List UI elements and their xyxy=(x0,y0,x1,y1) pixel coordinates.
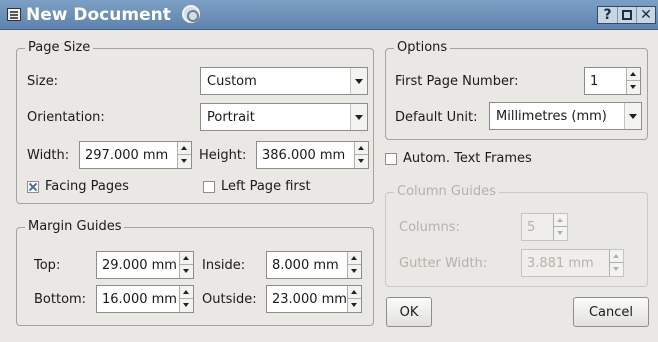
spin-down-icon[interactable] xyxy=(180,265,193,278)
default-unit-label: Default Unit: xyxy=(395,110,478,125)
spin-up-icon[interactable] xyxy=(348,286,361,299)
gutter-width-value[interactable]: 3.881 mm xyxy=(527,256,594,271)
first-page-number-value[interactable]: 1 xyxy=(590,74,598,89)
gutter-width-label: Gutter Width: xyxy=(399,256,488,271)
spin-up-icon[interactable] xyxy=(180,252,193,265)
chevron-down-icon[interactable] xyxy=(624,103,641,129)
facing-pages-label: Facing Pages xyxy=(45,179,129,194)
autom-text-frames-label: Autom. Text Frames xyxy=(403,151,532,166)
spin-down-icon[interactable] xyxy=(355,155,368,168)
width-label: Width: xyxy=(27,148,70,163)
help-button[interactable]: ? xyxy=(598,7,617,23)
orientation-label: Orientation: xyxy=(27,110,105,125)
facing-pages-checkbox[interactable]: Facing Pages xyxy=(27,179,177,195)
spin-down-icon[interactable] xyxy=(178,155,191,168)
checkbox-checked-icon[interactable] xyxy=(27,181,39,193)
first-page-number-spinbox[interactable]: 1 xyxy=(584,67,641,95)
spin-up-icon[interactable] xyxy=(627,68,640,81)
spin-up-icon[interactable] xyxy=(355,142,368,155)
ok-button[interactable]: OK xyxy=(386,297,432,327)
spin-up-icon[interactable] xyxy=(610,250,623,263)
app-badge-icon xyxy=(182,5,200,23)
spin-up-icon[interactable] xyxy=(554,214,567,227)
left-page-first-checkbox[interactable]: Left Page first xyxy=(203,179,353,195)
first-page-number-label: First Page Number: xyxy=(395,74,519,89)
bottom-margin-value[interactable]: 16.000 mm xyxy=(102,292,177,307)
page-size-legend: Page Size xyxy=(25,40,94,55)
orientation-dropdown[interactable]: Portrait xyxy=(200,103,368,131)
autom-text-frames-checkbox[interactable]: Autom. Text Frames xyxy=(385,151,585,167)
size-dropdown[interactable]: Custom xyxy=(200,67,368,95)
inside-margin-spinbox[interactable]: 8.000 mm xyxy=(266,251,362,279)
default-unit-dropdown[interactable]: Millimetres (mm) xyxy=(489,102,642,130)
document-icon xyxy=(7,8,21,21)
default-unit-value: Millimetres (mm) xyxy=(496,109,607,124)
width-value[interactable]: 297.000 mm xyxy=(85,148,168,163)
maximize-button[interactable] xyxy=(617,7,636,23)
inside-margin-value[interactable]: 8.000 mm xyxy=(272,258,339,273)
bottom-margin-spinbox[interactable]: 16.000 mm xyxy=(96,285,194,313)
spin-up-icon[interactable] xyxy=(348,252,361,265)
height-value[interactable]: 386.000 mm xyxy=(262,148,345,163)
size-label: Size: xyxy=(27,74,59,89)
top-margin-spinbox[interactable]: 29.000 mm xyxy=(96,251,194,279)
top-label: Top: xyxy=(34,258,61,273)
cancel-button[interactable]: Cancel xyxy=(573,297,649,327)
checkbox-unchecked-icon[interactable] xyxy=(385,153,397,165)
height-spinbox[interactable]: 386.000 mm xyxy=(256,141,369,169)
orientation-value: Portrait xyxy=(207,110,255,125)
width-spinbox[interactable]: 297.000 mm xyxy=(79,141,192,169)
size-value: Custom xyxy=(207,74,257,89)
window-controls: ? ✕ xyxy=(597,6,656,24)
close-button[interactable]: ✕ xyxy=(636,7,655,23)
columns-label: Columns: xyxy=(399,220,460,235)
margin-guides-legend: Margin Guides xyxy=(25,219,125,234)
height-label: Height: xyxy=(199,148,247,163)
top-margin-value[interactable]: 29.000 mm xyxy=(102,258,177,273)
columns-value[interactable]: 5 xyxy=(527,220,535,235)
title-bar[interactable]: New Document ? ✕ xyxy=(0,0,658,30)
options-legend: Options xyxy=(394,40,451,55)
spin-down-icon[interactable] xyxy=(627,81,640,94)
spin-down-icon[interactable] xyxy=(348,265,361,278)
window-title: New Document xyxy=(26,5,171,25)
chevron-down-icon[interactable] xyxy=(350,68,367,94)
gutter-width-spinbox[interactable]: 3.881 mm xyxy=(521,249,624,277)
left-page-first-label: Left Page first xyxy=(221,179,311,194)
spin-down-icon[interactable] xyxy=(180,299,193,312)
maximize-icon xyxy=(622,10,632,20)
bottom-label: Bottom: xyxy=(34,292,87,307)
outside-margin-value[interactable]: 23.000 mm xyxy=(272,292,347,307)
checkbox-unchecked-icon[interactable] xyxy=(203,181,215,193)
column-guides-legend: Column Guides xyxy=(394,184,499,199)
outside-margin-spinbox[interactable]: 23.000 mm xyxy=(266,285,362,313)
spin-down-icon[interactable] xyxy=(554,227,567,240)
spin-down-icon[interactable] xyxy=(348,299,361,312)
spin-up-icon[interactable] xyxy=(180,286,193,299)
spin-down-icon[interactable] xyxy=(610,263,623,276)
columns-spinbox[interactable]: 5 xyxy=(521,213,568,241)
chevron-down-icon[interactable] xyxy=(350,104,367,130)
outside-label: Outside: xyxy=(202,292,257,307)
inside-label: Inside: xyxy=(202,258,246,273)
spin-up-icon[interactable] xyxy=(178,142,191,155)
